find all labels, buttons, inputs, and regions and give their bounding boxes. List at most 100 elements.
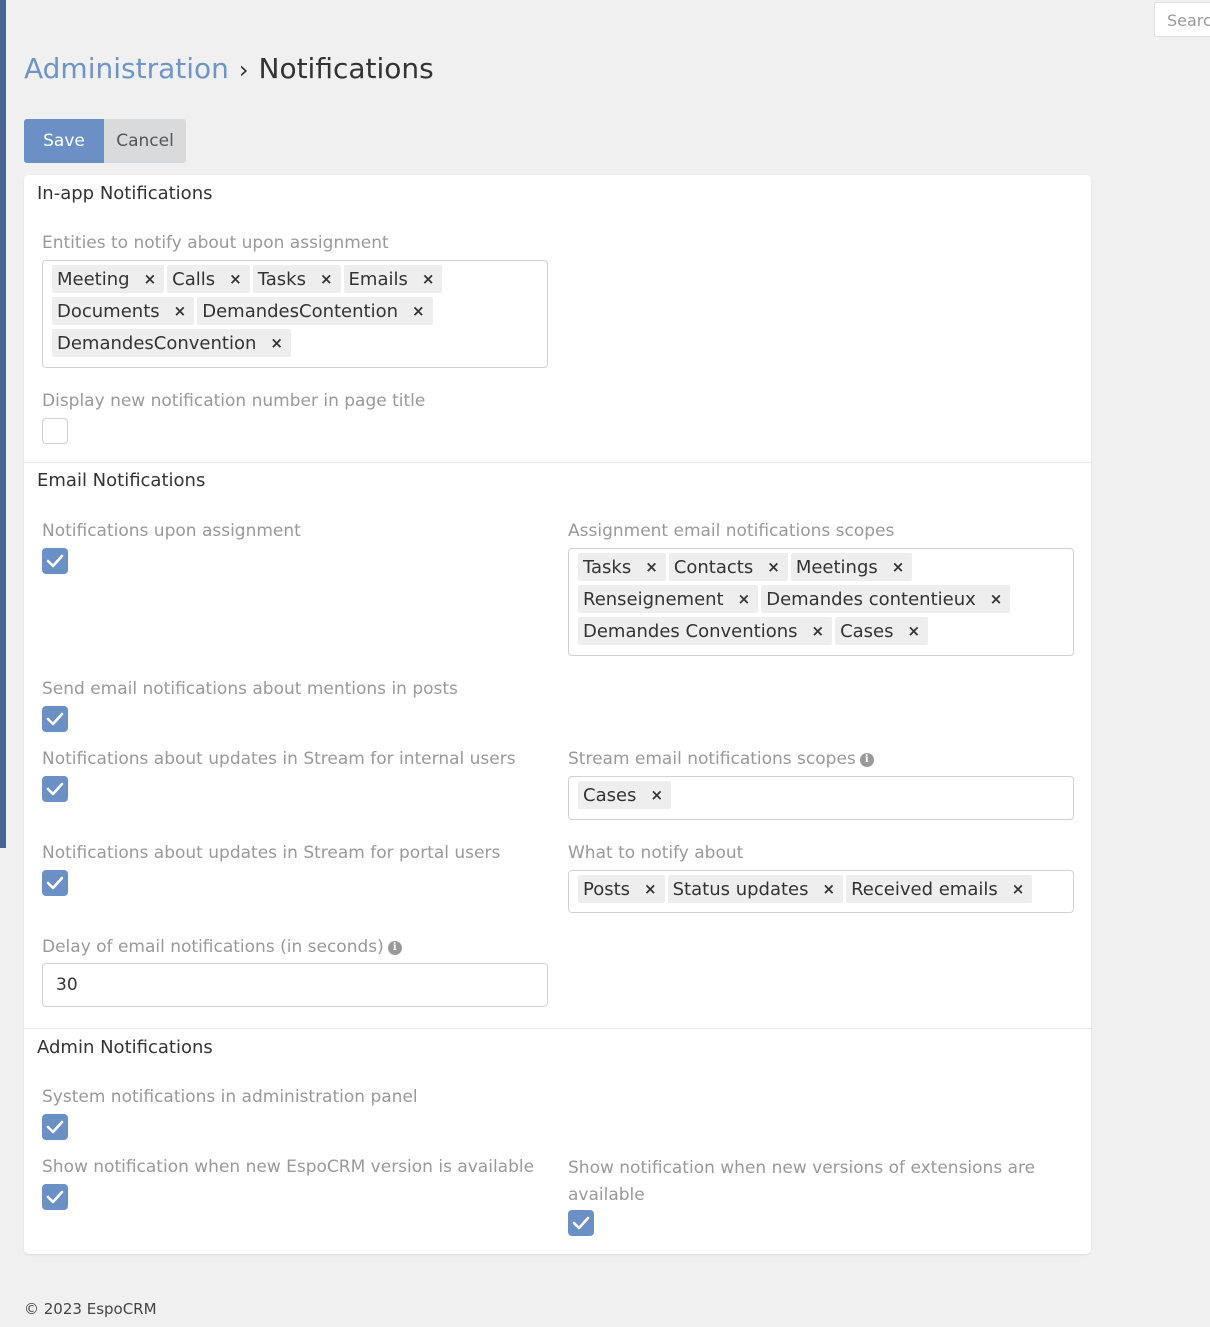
- delay-label: Delay of email notifications (in seconds…: [42, 937, 402, 957]
- stream-scopes-multiselect[interactable]: Cases ×: [568, 776, 1074, 820]
- what-to-notify-label: What to notify about: [568, 843, 744, 863]
- checkmark-icon: [46, 876, 64, 890]
- tag-label: Meetings: [795, 556, 878, 578]
- tag-item: Cases ×: [835, 617, 929, 645]
- stream-scopes-label-text: Stream email notifications scopes: [568, 749, 856, 769]
- mentions-label: Send email notifications about mentions …: [42, 679, 458, 699]
- remove-tag-icon[interactable]: ×: [767, 558, 780, 576]
- what-to-notify-multiselect[interactable]: Posts × Status updates × Received emails ×: [568, 870, 1074, 913]
- extensions-checkbox[interactable]: [568, 1210, 594, 1236]
- remove-tag-icon[interactable]: ×: [229, 270, 242, 288]
- breadcrumb: Administration › Notifications: [24, 52, 434, 85]
- system-notifications-label: System notifications in administration p…: [42, 1087, 418, 1107]
- assignment-scopes-multiselect[interactable]: Tasks × Contacts × Meetings × Renseignement × De…: [568, 548, 1074, 656]
- remove-tag-icon[interactable]: ×: [270, 334, 283, 352]
- tag-label: Contacts: [673, 556, 754, 578]
- entities-multiselect[interactable]: Meeting × Calls × Tasks × Emails × Documents × Dem…: [42, 260, 548, 368]
- remove-tag-icon[interactable]: ×: [908, 622, 921, 640]
- remove-tag-icon[interactable]: ×: [174, 302, 187, 320]
- tag-label: Documents: [57, 300, 160, 322]
- mentions-checkbox[interactable]: [42, 706, 68, 732]
- assignment-scopes-label: Assignment email notifications scopes: [568, 521, 895, 541]
- tag-item: DemandesContention ×: [197, 297, 433, 325]
- breadcrumb-separator: ›: [238, 56, 249, 84]
- tag-label: DemandesContention: [202, 300, 399, 322]
- delay-input[interactable]: 30: [42, 963, 548, 1007]
- tag-label: Renseignement: [583, 588, 724, 610]
- tag-item: Received emails ×: [846, 875, 1033, 903]
- section-title-in-app: In-app Notifications: [37, 183, 213, 204]
- tag-item: DemandesConvention ×: [52, 329, 291, 357]
- stream-portal-label: Notifications about updates in Stream fo…: [42, 843, 501, 863]
- section-divider: [24, 462, 1091, 463]
- tag-item: Contacts ×: [668, 553, 788, 581]
- tag-label: Demandes Conventions: [583, 620, 798, 642]
- remove-tag-icon[interactable]: ×: [644, 880, 657, 898]
- tag-item: Meeting ×: [52, 265, 165, 293]
- tag-item: Renseignement ×: [578, 585, 759, 613]
- tag-item: Tasks ×: [578, 553, 666, 581]
- remove-tag-icon[interactable]: ×: [144, 270, 157, 288]
- info-icon[interactable]: i: [859, 753, 874, 767]
- info-icon[interactable]: i: [387, 941, 402, 955]
- tag-label: Calls: [172, 268, 216, 290]
- settings-panel: In-app Notifications Entities to notify …: [24, 175, 1091, 1254]
- tag-item: Status updates ×: [667, 875, 844, 903]
- stream-internal-checkbox[interactable]: [42, 776, 68, 802]
- tag-item: Posts ×: [578, 875, 665, 903]
- display-number-checkbox[interactable]: [42, 418, 68, 444]
- remove-tag-icon[interactable]: ×: [422, 270, 435, 288]
- new-version-label: Show notification when new EspoCRM versi…: [42, 1157, 535, 1177]
- tag-item: Cases ×: [578, 781, 672, 809]
- tag-label: DemandesConvention: [57, 332, 257, 354]
- cancel-button[interactable]: Cancel: [104, 119, 186, 163]
- stream-portal-checkbox[interactable]: [42, 870, 68, 896]
- stream-scopes-label: Stream email notifications scopes i: [568, 749, 874, 769]
- remove-tag-icon[interactable]: ×: [823, 880, 836, 898]
- remove-tag-icon[interactable]: ×: [812, 622, 825, 640]
- upon-assignment-label: Notifications upon assignment: [42, 521, 301, 541]
- tag-item: Emails ×: [343, 265, 443, 293]
- remove-tag-icon[interactable]: ×: [892, 558, 905, 576]
- section-title-admin: Admin Notifications: [37, 1037, 213, 1058]
- page-title: Notifications: [258, 52, 434, 85]
- checkmark-icon: [46, 554, 64, 568]
- tag-item: Calls ×: [167, 265, 250, 293]
- tag-item: Demandes Conventions ×: [578, 617, 833, 645]
- upon-assignment-checkbox[interactable]: [42, 548, 68, 574]
- tag-label: Tasks: [583, 556, 632, 578]
- tag-label: Received emails: [851, 878, 998, 900]
- stream-internal-label: Notifications about updates in Stream fo…: [42, 749, 516, 769]
- tag-label: Meeting: [57, 268, 130, 290]
- section-divider: [24, 1028, 1091, 1029]
- tag-label: Tasks: [257, 268, 306, 290]
- sidebar-edge: [0, 0, 6, 848]
- checkmark-icon: [46, 712, 64, 726]
- remove-tag-icon[interactable]: ×: [738, 590, 751, 608]
- new-version-checkbox[interactable]: [42, 1184, 68, 1210]
- action-buttons: Save Cancel: [24, 119, 186, 163]
- breadcrumb-administration-link[interactable]: Administration: [24, 52, 229, 85]
- remove-tag-icon[interactable]: ×: [645, 558, 658, 576]
- display-number-label: Display new notification number in page …: [42, 391, 426, 411]
- tag-label: Demandes contentieux: [766, 588, 976, 610]
- section-title-email: Email Notifications: [37, 470, 206, 491]
- entities-label: Entities to notify about upon assignment: [42, 233, 389, 253]
- checkmark-icon: [46, 782, 64, 796]
- remove-tag-icon[interactable]: ×: [412, 302, 425, 320]
- global-search-input[interactable]: Search: [1154, 2, 1210, 37]
- tag-item: Demandes contentieux ×: [761, 585, 1011, 613]
- remove-tag-icon[interactable]: ×: [990, 590, 1003, 608]
- tag-item: Meetings ×: [790, 553, 913, 581]
- tag-item: Documents ×: [52, 297, 195, 325]
- system-notifications-checkbox[interactable]: [42, 1114, 68, 1140]
- remove-tag-icon[interactable]: ×: [320, 270, 333, 288]
- tag-label: Emails: [348, 268, 408, 290]
- checkmark-icon: [572, 1216, 590, 1230]
- remove-tag-icon[interactable]: ×: [650, 786, 663, 804]
- delay-label-text: Delay of email notifications (in seconds…: [42, 937, 384, 957]
- remove-tag-icon[interactable]: ×: [1012, 880, 1025, 898]
- tag-label: Cases: [583, 784, 637, 806]
- checkmark-icon: [46, 1120, 64, 1134]
- save-button[interactable]: Save: [24, 119, 104, 163]
